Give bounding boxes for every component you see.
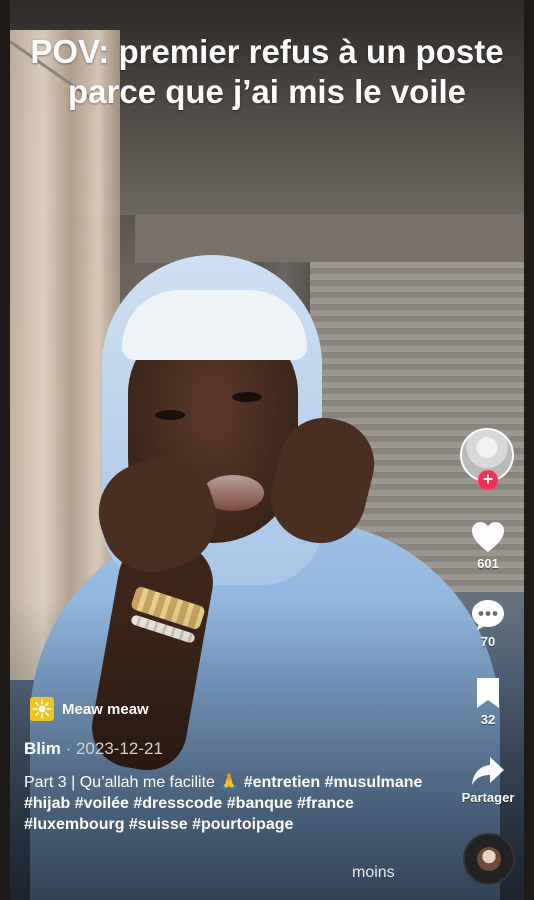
comment-count: 70	[480, 634, 496, 649]
description-text: Part 3 | Qu’allah me facilite 🙏	[24, 774, 244, 791]
save-count: 32	[480, 712, 496, 727]
post-separator: ·	[60, 739, 76, 758]
follow-button[interactable]: +	[478, 470, 498, 490]
sound-label: Meaw meaw	[62, 700, 149, 718]
less-toggle[interactable]: moins	[352, 864, 395, 882]
person-eye-right	[232, 392, 262, 402]
comment-button[interactable]: 70	[455, 598, 521, 649]
share-arrow-icon	[472, 757, 504, 785]
share-label: Partager	[461, 790, 515, 805]
like-count: 601	[477, 556, 499, 571]
share-button[interactable]: Partager	[455, 754, 521, 805]
person-eye-left	[155, 410, 185, 420]
music-disc[interactable]	[463, 833, 515, 885]
comment-bubble-icon	[472, 600, 504, 630]
music-disc-avatar	[477, 847, 501, 871]
creator-avatar-wrap[interactable]: +	[460, 428, 514, 490]
post-date: 2023-12-21	[75, 739, 163, 758]
sound-tag[interactable]: Meaw meaw	[30, 697, 149, 721]
sparkle-tag-icon	[30, 697, 54, 721]
heart-icon	[472, 522, 504, 552]
bookmark-icon	[477, 678, 499, 708]
post-description: Part 3 | Qu’allah me facilite 🙏 #entreti…	[24, 772, 424, 835]
like-button[interactable]: 601	[455, 520, 521, 571]
video-player[interactable]	[10, 0, 524, 900]
frame-left-border	[0, 0, 10, 900]
person-headband	[122, 290, 307, 360]
save-button[interactable]: 32	[455, 676, 521, 727]
author-name[interactable]: Blim	[24, 739, 61, 758]
video-caption: POV: premier refus à un poste parce que …	[30, 33, 504, 110]
frame-right-border	[524, 0, 534, 900]
author-row: Blim · 2023-12-21	[24, 739, 163, 759]
